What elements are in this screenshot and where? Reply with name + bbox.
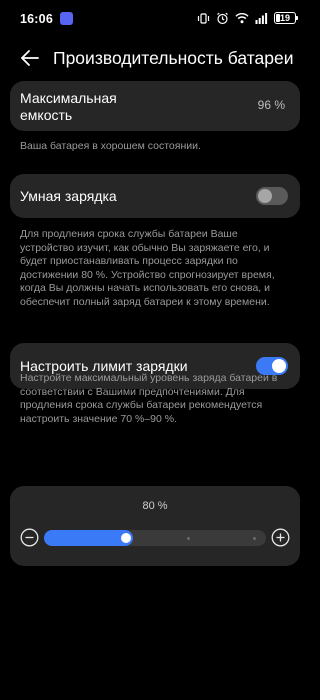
discord-icon [60,12,73,25]
slider-value-label: 80 % [142,500,168,512]
toggle-knob [258,189,272,203]
smart-charging-description: Для продления срока службы батареи Ваше … [20,228,275,308]
battery-tip [296,16,298,20]
arrow-left-icon [21,50,39,66]
slider-fill [44,530,133,546]
charge-limit-description: Настройте максимальный уровень заряда ба… [20,372,278,425]
toggle-knob [272,359,286,373]
max-capacity-label: Максимальная емкость [20,90,117,123]
page-title: Производительность батареи [53,48,294,68]
slider-thumb[interactable] [120,533,131,543]
battery-health-note: Ваша батарея в хорошем состоянии. [20,140,201,152]
slider-tick [253,537,257,540]
smart-charging-label: Умная зарядка [20,188,117,204]
back-button[interactable] [18,46,42,70]
vibrate-icon [197,12,210,24]
page-header: Производительность батареи [0,42,310,76]
status-icons: 19 [197,11,298,25]
decrease-button[interactable] [20,528,39,547]
battery-icon: 19 [274,12,298,24]
max-capacity-value: 96 % [257,98,285,112]
max-capacity-card: Максимальная емкость 96 % [10,81,300,131]
smart-charging-toggle[interactable] [256,187,288,205]
signal-icon [255,13,268,24]
plus-circle-icon [271,528,290,547]
status-bar: 16:06 19 [0,0,310,38]
charge-limit-slider[interactable] [44,530,266,546]
charge-limit-slider-card: 80 % [10,486,300,566]
wifi-icon [235,13,249,24]
battery-level: 19 [279,13,290,23]
status-time: 16:06 [20,12,53,26]
smart-charging-row[interactable]: Умная зарядка [10,174,300,218]
minus-circle-icon [20,528,39,547]
increase-button[interactable] [271,528,290,547]
slider-tick [186,537,190,540]
alarm-icon [217,12,228,24]
